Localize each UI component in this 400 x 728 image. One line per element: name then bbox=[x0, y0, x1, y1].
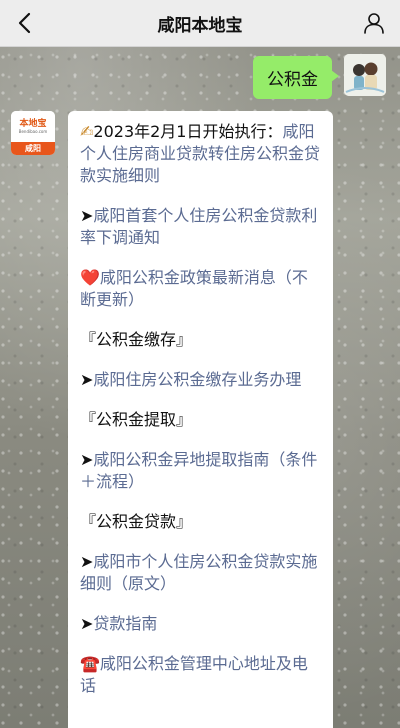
message-item-center-address[interactable]: ☎️咸阳公积金管理中心地址及电话 bbox=[80, 653, 321, 697]
arrow-icon: ➤ bbox=[80, 370, 94, 389]
back-arrow-icon[interactable] bbox=[12, 10, 36, 36]
message-item-transfer-rules[interactable]: ✍2023年2月1日开始执行：咸阳个人住房商业贷款转住房公积金贷款实施细则 bbox=[80, 121, 321, 187]
link-loan-implementation-rules[interactable]: 咸阳市个人住房公积金贷款实施细则（原文） bbox=[80, 552, 317, 593]
arrow-icon: ➤ bbox=[80, 614, 94, 633]
arrow-icon: ➤ bbox=[80, 206, 94, 225]
message-item-remote-withdraw[interactable]: ➤咸阳公积金异地提取指南（条件＋流程） bbox=[80, 449, 321, 493]
outgoing-message-bubble[interactable]: 公积金 bbox=[253, 56, 339, 99]
link-center-address-phone[interactable]: 咸阳公积金管理中心地址及电话 bbox=[80, 654, 308, 695]
message-item-rate-cut[interactable]: ➤咸阳首套个人住房公积金贷款利率下调通知 bbox=[80, 205, 321, 249]
writing-hand-icon: ✍ bbox=[80, 122, 94, 141]
arrow-icon: ➤ bbox=[80, 450, 94, 469]
top-navigation-bar: 咸阳本地宝 bbox=[0, 0, 400, 47]
message-item-loan-guide[interactable]: ➤贷款指南 bbox=[80, 613, 321, 635]
chat-title: 咸阳本地宝 bbox=[157, 15, 243, 36]
link-loan-guide[interactable]: 贷款指南 bbox=[93, 614, 157, 633]
link-policy-latest-news[interactable]: 咸阳公积金政策最新消息（不断更新） bbox=[80, 268, 308, 309]
arrow-icon: ➤ bbox=[80, 552, 94, 571]
link-deposit-business[interactable]: 咸阳住房公积金缴存业务办理 bbox=[93, 370, 301, 389]
heart-icon: ❤️ bbox=[80, 268, 100, 287]
city-label: 咸阳 bbox=[11, 142, 55, 155]
outgoing-message-row: 公积金 bbox=[253, 54, 386, 99]
section-heading-loan: 『公积金贷款』 bbox=[80, 512, 193, 531]
message-item-loan-rules[interactable]: ➤咸阳市个人住房公积金贷款实施细则（原文） bbox=[80, 551, 321, 595]
message-item-policy-news[interactable]: ❤️咸阳公积金政策最新消息（不断更新） bbox=[80, 267, 321, 311]
link-remote-withdraw-guide[interactable]: 咸阳公积金异地提取指南（条件＋流程） bbox=[80, 450, 317, 491]
link-first-home-rate-cut[interactable]: 咸阳首套个人住房公积金贷款利率下调通知 bbox=[80, 206, 317, 247]
section-heading-deposit: 『公积金缴存』 bbox=[80, 330, 193, 349]
user-avatar[interactable] bbox=[344, 54, 386, 96]
profile-icon[interactable] bbox=[362, 11, 386, 35]
official-account-avatar[interactable]: 本地宝 Bendibao.com 咸阳 bbox=[11, 111, 55, 155]
message-item-deposit-business[interactable]: ➤咸阳住房公积金缴存业务办理 bbox=[80, 369, 321, 391]
incoming-message-bubble: ✍2023年2月1日开始执行：咸阳个人住房商业贷款转住房公积金贷款实施细则 ➤咸… bbox=[68, 111, 333, 728]
section-heading-withdraw: 『公积金提取』 bbox=[80, 410, 193, 429]
telephone-icon: ☎️ bbox=[80, 654, 100, 673]
bendibao-logo: 本地宝 Bendibao.com bbox=[11, 111, 55, 142]
